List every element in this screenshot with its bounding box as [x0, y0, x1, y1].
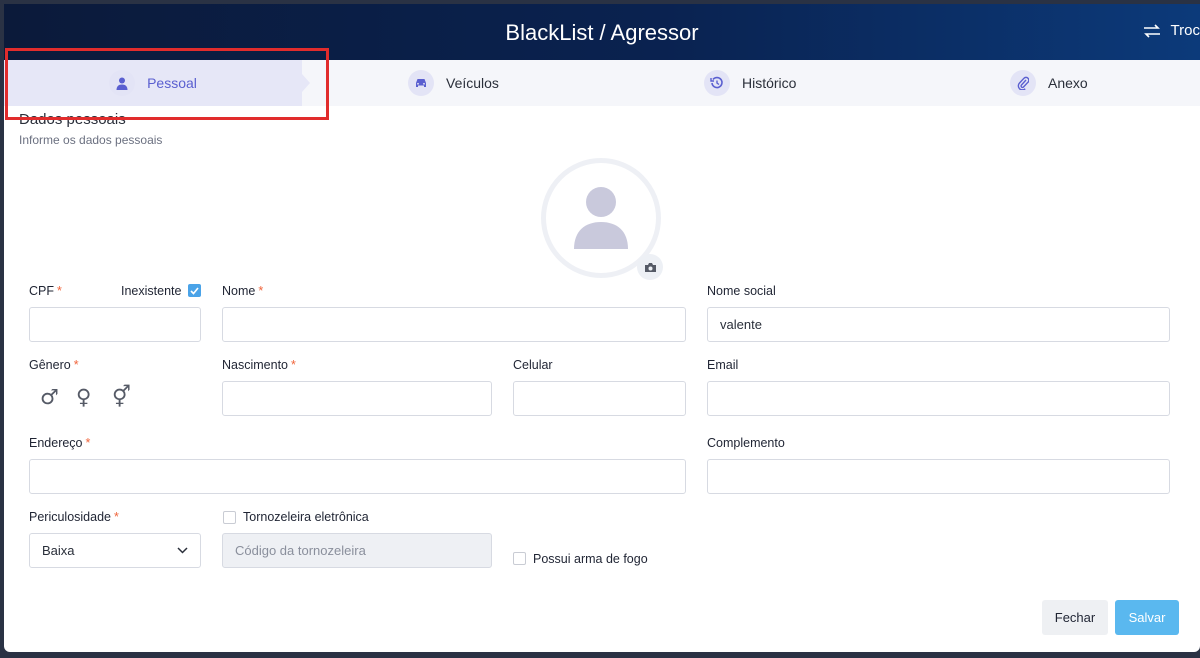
periculosidade-label: Periculosidade * [29, 510, 119, 524]
nome-social-label: Nome social [707, 284, 776, 298]
tab-arrow [302, 74, 310, 92]
tornozeleira-code-input[interactable]: Código da tornozeleira [222, 533, 492, 568]
save-button[interactable]: Salvar [1115, 600, 1179, 635]
checkmark-icon [190, 286, 199, 295]
cpf-label: CPF * [29, 284, 62, 298]
avatar-uploader [541, 158, 663, 280]
nascimento-label: Nascimento * [222, 358, 296, 372]
tab-anexo-label: Anexo [1048, 75, 1088, 91]
genero-label: Gênero * [29, 358, 79, 372]
tornozeleira-checkbox[interactable] [223, 511, 236, 524]
camera-icon [644, 262, 656, 272]
tab-anexo[interactable]: Anexo [1010, 60, 1088, 106]
camera-button[interactable] [637, 254, 663, 280]
swap-button[interactable]: Troc [1143, 22, 1200, 39]
person-silhouette-icon [574, 187, 628, 249]
modal-title: BlackList / Agressor [505, 20, 699, 45]
tab-historico-label: Histórico [742, 75, 797, 91]
nome-label: Nome * [222, 284, 264, 298]
close-button[interactable]: Fechar [1042, 600, 1108, 635]
section-subtitle: Informe os dados pessoais [19, 133, 163, 147]
complemento-label: Complemento [707, 436, 785, 450]
endereco-label: Endereço * [29, 436, 91, 450]
email-input[interactable] [707, 381, 1170, 416]
inexistente-label: Inexistente [121, 284, 182, 298]
chevron-down-icon [177, 547, 188, 554]
email-label: Email [707, 358, 739, 372]
celular-label: Celular [513, 358, 553, 372]
tab-veiculos[interactable]: Veículos [408, 60, 499, 106]
arma-label: Possui arma de fogo [533, 552, 648, 566]
nome-social-input[interactable]: valente [707, 307, 1170, 342]
periculosidade-select[interactable]: Baixa [29, 533, 201, 568]
arma-checkbox[interactable] [513, 552, 526, 565]
modal-header: BlackList / Agressor Troc [4, 4, 1200, 60]
nascimento-input[interactable] [222, 381, 492, 416]
other-gender-icon[interactable]: ⚥ [112, 385, 131, 409]
male-gender-icon[interactable]: ♂ [40, 385, 59, 409]
tab-pessoal-label: Pessoal [147, 75, 197, 91]
tab-pessoal[interactable]: Pessoal [4, 60, 302, 106]
blacklist-modal: BlackList / Agressor Troc Pessoal Veícul… [4, 4, 1200, 652]
tab-historico[interactable]: Histórico [704, 60, 796, 106]
tab-veiculos-label: Veículos [446, 75, 499, 91]
periculosidade-value: Baixa [42, 543, 75, 558]
complemento-input[interactable] [707, 459, 1170, 494]
person-icon [109, 70, 136, 96]
swap-label: Troc [1170, 22, 1200, 39]
inexistente-checkbox[interactable] [188, 284, 201, 297]
tab-bar: Pessoal Veículos Histórico Anexo [4, 60, 1200, 106]
car-icon [408, 70, 434, 96]
nome-input[interactable] [222, 307, 686, 342]
celular-input[interactable] [513, 381, 686, 416]
tornozeleira-label: Tornozeleira eletrônica [243, 510, 369, 524]
endereco-input[interactable] [29, 459, 686, 494]
section-title: Dados pessoais [19, 111, 126, 128]
swap-icon [1143, 23, 1160, 38]
female-gender-icon[interactable]: ♀ [76, 385, 91, 409]
history-icon [704, 70, 730, 96]
cpf-input[interactable] [29, 307, 201, 342]
paperclip-icon [1010, 70, 1036, 96]
